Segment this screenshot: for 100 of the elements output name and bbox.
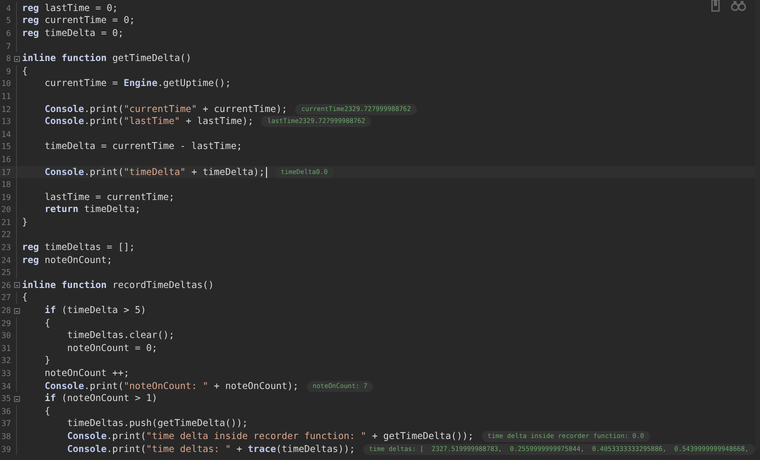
code-token: (timeDelta > 5)	[60, 305, 146, 316]
code-token: noteOnCount = 0;	[67, 342, 158, 354]
code-token: + lastTime);	[184, 116, 254, 128]
code-token: .print(	[84, 116, 124, 128]
line-number: 18	[0, 180, 11, 190]
line-number: 10	[0, 79, 11, 88]
code-token: .print(	[106, 430, 146, 442]
code-token: "time delta inside recorder function: "	[146, 430, 366, 442]
code-token: .getUptime();	[157, 78, 231, 90]
line-number: 16	[0, 154, 11, 164]
line-number: 12	[0, 104, 11, 114]
code-token: Console	[44, 104, 84, 115]
code-token: noteOnCount;	[44, 254, 112, 266]
code-token: getTimeDelta()	[111, 53, 192, 64]
line-number: 11	[0, 92, 11, 101]
code-token: Console	[67, 444, 107, 455]
line-number: 37	[0, 419, 11, 428]
code-token: timeDeltas.push(getTimeDelta());	[67, 418, 248, 430]
fold-icon[interactable]	[14, 282, 20, 288]
code-token: }	[22, 216, 28, 228]
line-number: 34	[0, 382, 11, 391]
code-token: "time deltas: "	[146, 444, 231, 455]
code-token: "currentTime"	[124, 104, 197, 115]
line-number: 39	[0, 444, 11, 454]
code-token: timeDelta;	[83, 204, 141, 216]
line-number: 23	[0, 243, 11, 252]
code-token: Console	[44, 166, 84, 178]
code-token: trace	[248, 444, 276, 455]
code-token: return	[44, 204, 78, 216]
line-number: 19	[0, 192, 11, 202]
line-number: 6	[5, 28, 11, 38]
line-number: 7	[5, 42, 11, 51]
code-token: lastTime = currentTime;	[44, 192, 174, 203]
code-token: .print(	[84, 380, 124, 392]
code-token: (timeDeltas));	[276, 444, 356, 455]
code-token: {	[44, 406, 50, 417]
binoculars-icon[interactable]	[731, 1, 746, 11]
line-number: 35	[0, 394, 11, 404]
code-token: .print(	[106, 444, 146, 455]
code-token: +	[235, 444, 244, 455]
code-token: if	[44, 393, 56, 404]
code-token: currentTime = 0;	[44, 15, 135, 26]
code-token: .print(	[84, 166, 124, 178]
code-token: if	[44, 305, 56, 316]
line-number: 14	[0, 130, 11, 139]
code-token: reg	[22, 254, 39, 266]
code-token: timeDeltas.clear();	[67, 330, 174, 342]
line-number: 26	[0, 280, 11, 290]
line-number: 32	[0, 356, 11, 366]
line-number: 25	[0, 268, 11, 278]
code-token: noteOnCount ++;	[44, 368, 130, 380]
code-token: reg	[22, 28, 39, 39]
line-number: 30	[0, 331, 11, 340]
code-token: recordTimeDeltas()	[111, 280, 214, 291]
line-number: 13	[0, 117, 11, 126]
fold-icon[interactable]	[14, 56, 20, 62]
line-number: 31	[0, 344, 11, 353]
text-cursor	[266, 166, 267, 178]
code-token: timeDeltas = [];	[44, 242, 135, 254]
code-token: inline function	[22, 280, 107, 291]
code-token: Console	[44, 116, 84, 128]
code-token: Engine	[124, 78, 158, 90]
line-number: 36	[0, 406, 11, 416]
line-number: 33	[0, 369, 11, 378]
fold-icon[interactable]	[14, 396, 20, 402]
code-token: timeDelta = currentTime - lastTime;	[44, 141, 242, 152]
line-number: 24	[0, 256, 11, 265]
code-token: reg	[22, 2, 39, 14]
line-number: 20	[0, 205, 11, 214]
code-token: + currentTime);	[202, 104, 288, 115]
line-number: 28	[0, 306, 11, 316]
code-token: timeDelta = 0;	[44, 28, 124, 39]
line-number: 38	[0, 432, 11, 441]
fold-icon[interactable]	[14, 308, 20, 314]
code-token: + noteOnCount);	[212, 380, 299, 392]
code-token: }	[44, 355, 50, 366]
code-token: "timeDelta"	[124, 166, 186, 178]
code-token: reg	[22, 242, 39, 254]
code-token: inline function	[22, 53, 107, 64]
line-number: 4	[5, 4, 11, 13]
code-token: {	[44, 318, 50, 329]
line-number: 21	[0, 218, 11, 227]
line-number: 27	[0, 293, 11, 302]
code-token: {	[22, 66, 28, 77]
line-number: 5	[5, 16, 11, 26]
code-token: lastTime = 0;	[44, 2, 118, 14]
line-number: 8	[5, 54, 11, 64]
code-token: (noteOnCount > 1)	[60, 393, 158, 404]
line-number: 15	[0, 142, 11, 152]
code-token: "noteOnCount: "	[124, 380, 208, 392]
code-token: Console	[44, 380, 84, 392]
code-token: {	[22, 292, 28, 304]
code-token: + getTimeDelta());	[370, 430, 474, 442]
device-icon[interactable]	[711, 0, 721, 12]
line-number: 9	[5, 66, 11, 76]
code-token: + timeDelta);	[190, 166, 265, 178]
code-token: currentTime =	[44, 78, 119, 90]
code-token: .print(	[84, 104, 124, 115]
code-token: Console	[67, 430, 107, 442]
line-number: 29	[0, 318, 11, 328]
